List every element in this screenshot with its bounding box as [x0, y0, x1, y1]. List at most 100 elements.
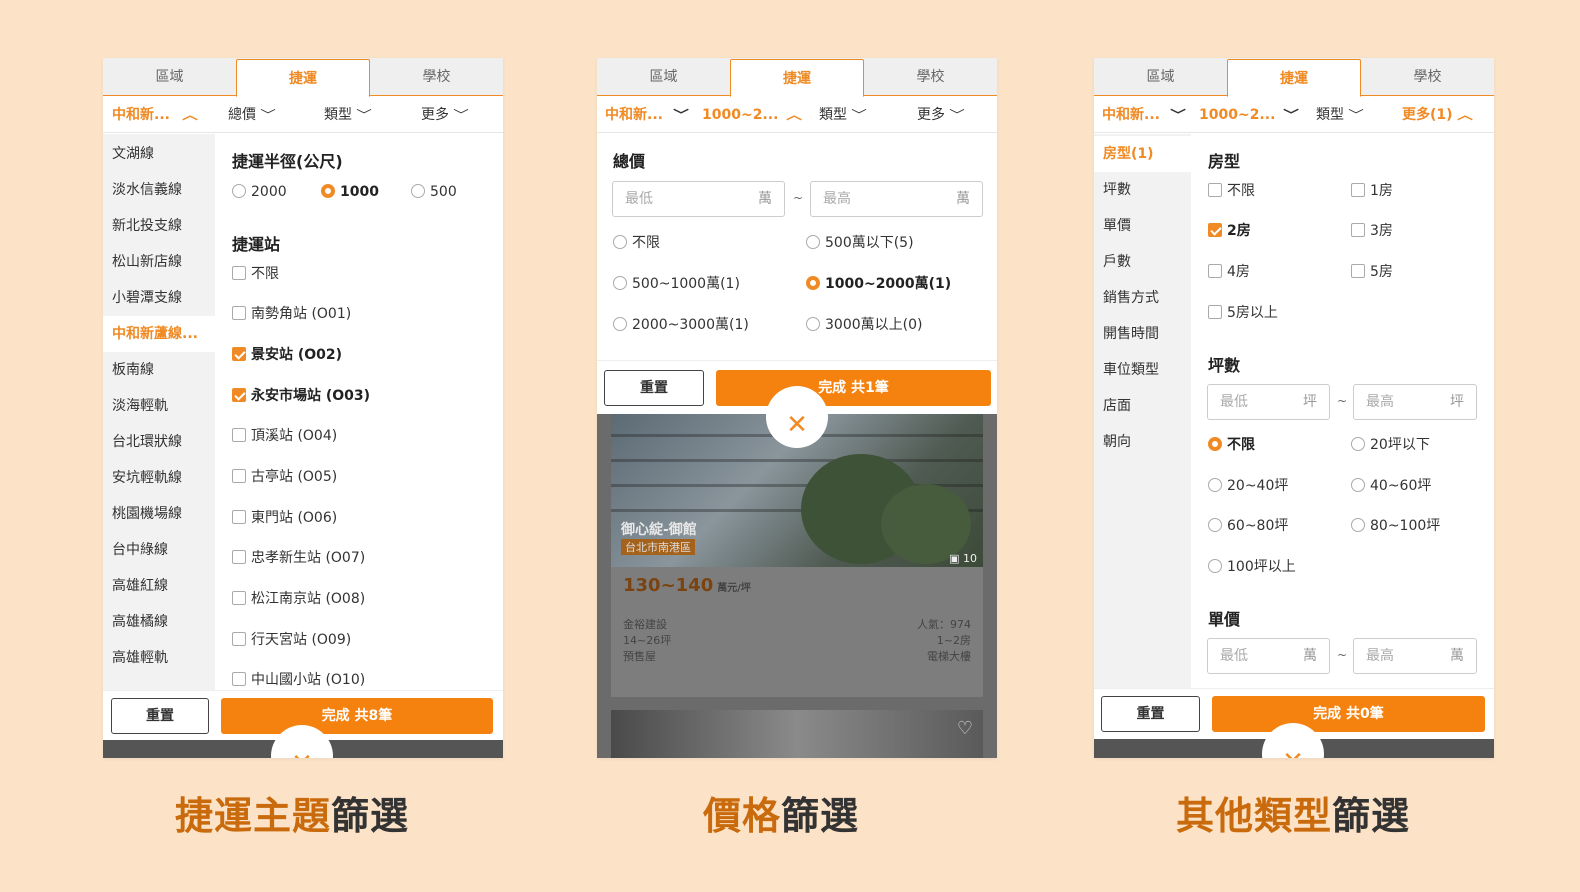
price-option[interactable]: 不限	[613, 233, 660, 253]
filter-area[interactable]: 中和新... ︿	[112, 97, 198, 133]
heart-icon[interactable]: ♡	[957, 718, 973, 739]
min-price-input[interactable]: 最低 萬	[612, 181, 785, 217]
filter-total-price[interactable]: 總價 ﹀	[228, 97, 276, 133]
radius-option[interactable]: 2000	[232, 182, 287, 202]
sidebar-item-line-selected[interactable]: 中和新蘆線...	[103, 316, 215, 352]
room-option[interactable]: 3房	[1351, 221, 1393, 241]
radius-option-selected[interactable]: 1000	[321, 182, 379, 202]
done-button[interactable]: 完成 共1筆	[716, 370, 991, 406]
filter-type[interactable]: 類型 ﹀	[324, 97, 372, 133]
sidebar-item-line[interactable]: 桃園機場線	[103, 496, 215, 532]
station-option[interactable]: 忠孝新生站 (O07)	[232, 548, 365, 568]
station-option[interactable]: 行天宮站 (O09)	[232, 630, 351, 650]
ping-option[interactable]: 60~80坪	[1208, 516, 1288, 536]
ping-option[interactable]: 20坪以下	[1351, 435, 1430, 455]
ping-option[interactable]: 40~60坪	[1351, 476, 1431, 496]
sidebar-item-line[interactable]: 台中綠線	[103, 532, 215, 568]
sidebar-item-line[interactable]: 安坑輕軌線	[103, 460, 215, 496]
room-option[interactable]: 1房	[1351, 181, 1393, 201]
sidebar-item-line[interactable]: 文湖線	[103, 136, 215, 172]
reset-button[interactable]: 重置	[1101, 696, 1200, 732]
radius-option[interactable]: 500	[411, 182, 457, 202]
filter-area[interactable]: 中和新... ﹀	[1102, 97, 1186, 133]
tab-school[interactable]: 學校	[1361, 58, 1494, 96]
filter-type[interactable]: 類型 ﹀	[819, 97, 867, 133]
price-option[interactable]: 500萬以下(5)	[806, 233, 914, 253]
checkbox-checked-icon	[232, 347, 246, 361]
listing-size: 14~26坪	[623, 634, 672, 647]
station-option[interactable]: 頂溪站 (O04)	[232, 426, 337, 446]
tab-mrt[interactable]: 捷運	[730, 59, 864, 97]
sidebar-item-line[interactable]: 高雄輕軌	[103, 640, 215, 676]
min-ping-input[interactable]: 最低 坪	[1207, 384, 1330, 420]
filter-more[interactable]: 更多 ﹀	[917, 97, 965, 133]
filter-more[interactable]: 更多 ﹀	[421, 97, 469, 133]
max-ping-input[interactable]: 最高 坪	[1353, 384, 1477, 420]
price-option[interactable]: 500~1000萬(1)	[613, 274, 740, 294]
station-option[interactable]: 松江南京站 (O08)	[232, 589, 365, 609]
sidebar-item-line[interactable]: 板南線	[103, 352, 215, 388]
radio-icon	[411, 184, 425, 198]
sidebar-item-room-type[interactable]: 房型(1)	[1094, 136, 1191, 172]
station-option-checked[interactable]: 永安市場站 (O03)	[232, 386, 370, 406]
sidebar-item-units[interactable]: 戶數	[1094, 244, 1191, 280]
tab-district[interactable]: 區域	[103, 58, 236, 96]
room-option[interactable]: 4房	[1208, 262, 1250, 282]
done-button[interactable]: 完成 共8筆	[221, 698, 493, 734]
listing-card[interactable]: 130~140 萬元/坪 金裕建設 14~26坪 預售屋 人氣：974 1~2房 …	[611, 567, 983, 697]
reset-button[interactable]: 重置	[604, 370, 704, 406]
room-option[interactable]: 5房	[1351, 262, 1393, 282]
filter-total-price[interactable]: 1000~2... ﹀	[1199, 97, 1299, 133]
done-button[interactable]: 完成 共0筆	[1212, 696, 1485, 732]
sidebar-item-line[interactable]: 小碧潭支線	[103, 280, 215, 316]
filter-area[interactable]: 中和新... ﹀	[605, 97, 689, 133]
tab-school[interactable]: 學校	[864, 58, 997, 96]
sidebar-item-sales-method[interactable]: 銷售方式	[1094, 280, 1191, 316]
ping-option[interactable]: 80~100坪	[1351, 516, 1440, 536]
unit-price-unit: 萬	[1303, 648, 1317, 664]
tab-school[interactable]: 學校	[370, 58, 503, 96]
filter-total-price[interactable]: 1000~2... ︿	[702, 97, 802, 133]
sidebar-item-ping[interactable]: 坪數	[1094, 172, 1191, 208]
max-price-input[interactable]: 最高 萬	[810, 181, 983, 217]
room-option-checked[interactable]: 2房	[1208, 221, 1251, 241]
sidebar-item-line[interactable]: 淡海輕軌	[103, 388, 215, 424]
sidebar-item-line[interactable]: 淡水信義線	[103, 172, 215, 208]
room-option[interactable]: 5房以上	[1208, 303, 1278, 323]
price-option-selected[interactable]: 1000~2000萬(1)	[806, 274, 951, 294]
sidebar-item-line[interactable]: 高雄橘線	[103, 604, 215, 640]
price-option[interactable]: 3000萬以上(0)	[806, 315, 922, 335]
tab-district[interactable]: 區域	[597, 58, 730, 96]
ping-option-selected[interactable]: 不限	[1208, 435, 1255, 455]
sidebar-item-unit-price[interactable]: 單價	[1094, 208, 1191, 244]
station-option[interactable]: 古亭站 (O05)	[232, 467, 337, 487]
close-icon[interactable]: ✕	[766, 386, 828, 448]
station-option[interactable]: 中山國小站 (O10)	[232, 670, 365, 690]
station-option[interactable]: 不限	[232, 264, 279, 284]
station-option[interactable]: 南勢角站 (O01)	[232, 304, 351, 324]
reset-button[interactable]: 重置	[111, 698, 209, 734]
station-option-checked[interactable]: 景安站 (O02)	[232, 345, 342, 365]
filter-type[interactable]: 類型 ﹀	[1316, 97, 1364, 133]
sidebar-item-line[interactable]: 新北投支線	[103, 208, 215, 244]
sidebar-item-line[interactable]: 松山新店線	[103, 244, 215, 280]
sidebar-item-orientation[interactable]: 朝向	[1094, 424, 1191, 460]
ping-option[interactable]: 20~40坪	[1208, 476, 1288, 496]
min-unit-price-input[interactable]: 最低 萬	[1207, 638, 1330, 674]
ping-option[interactable]: 100坪以上	[1208, 557, 1296, 577]
sidebar-item-line[interactable]: 台北環狀線	[103, 424, 215, 460]
filter-more[interactable]: 更多(1) ︿	[1402, 97, 1472, 133]
max-unit-price-input[interactable]: 最高 萬	[1353, 638, 1477, 674]
sidebar-item-line[interactable]: 高雄紅線	[103, 568, 215, 604]
sidebar-item-storefront[interactable]: 店面	[1094, 388, 1191, 424]
radio-icon	[1351, 437, 1365, 451]
station-option[interactable]: 東門站 (O06)	[232, 508, 337, 528]
sidebar-item-parking-type[interactable]: 車位類型	[1094, 352, 1191, 388]
sidebar-item-sale-date[interactable]: 開售時間	[1094, 316, 1191, 352]
listing-photo-next[interactable]: ♡	[611, 710, 983, 758]
tab-mrt[interactable]: 捷運	[1227, 59, 1361, 97]
price-option[interactable]: 2000~3000萬(1)	[613, 315, 749, 335]
tab-mrt[interactable]: 捷運	[236, 59, 370, 97]
tab-district[interactable]: 區域	[1094, 58, 1227, 96]
room-option[interactable]: 不限	[1208, 181, 1255, 201]
